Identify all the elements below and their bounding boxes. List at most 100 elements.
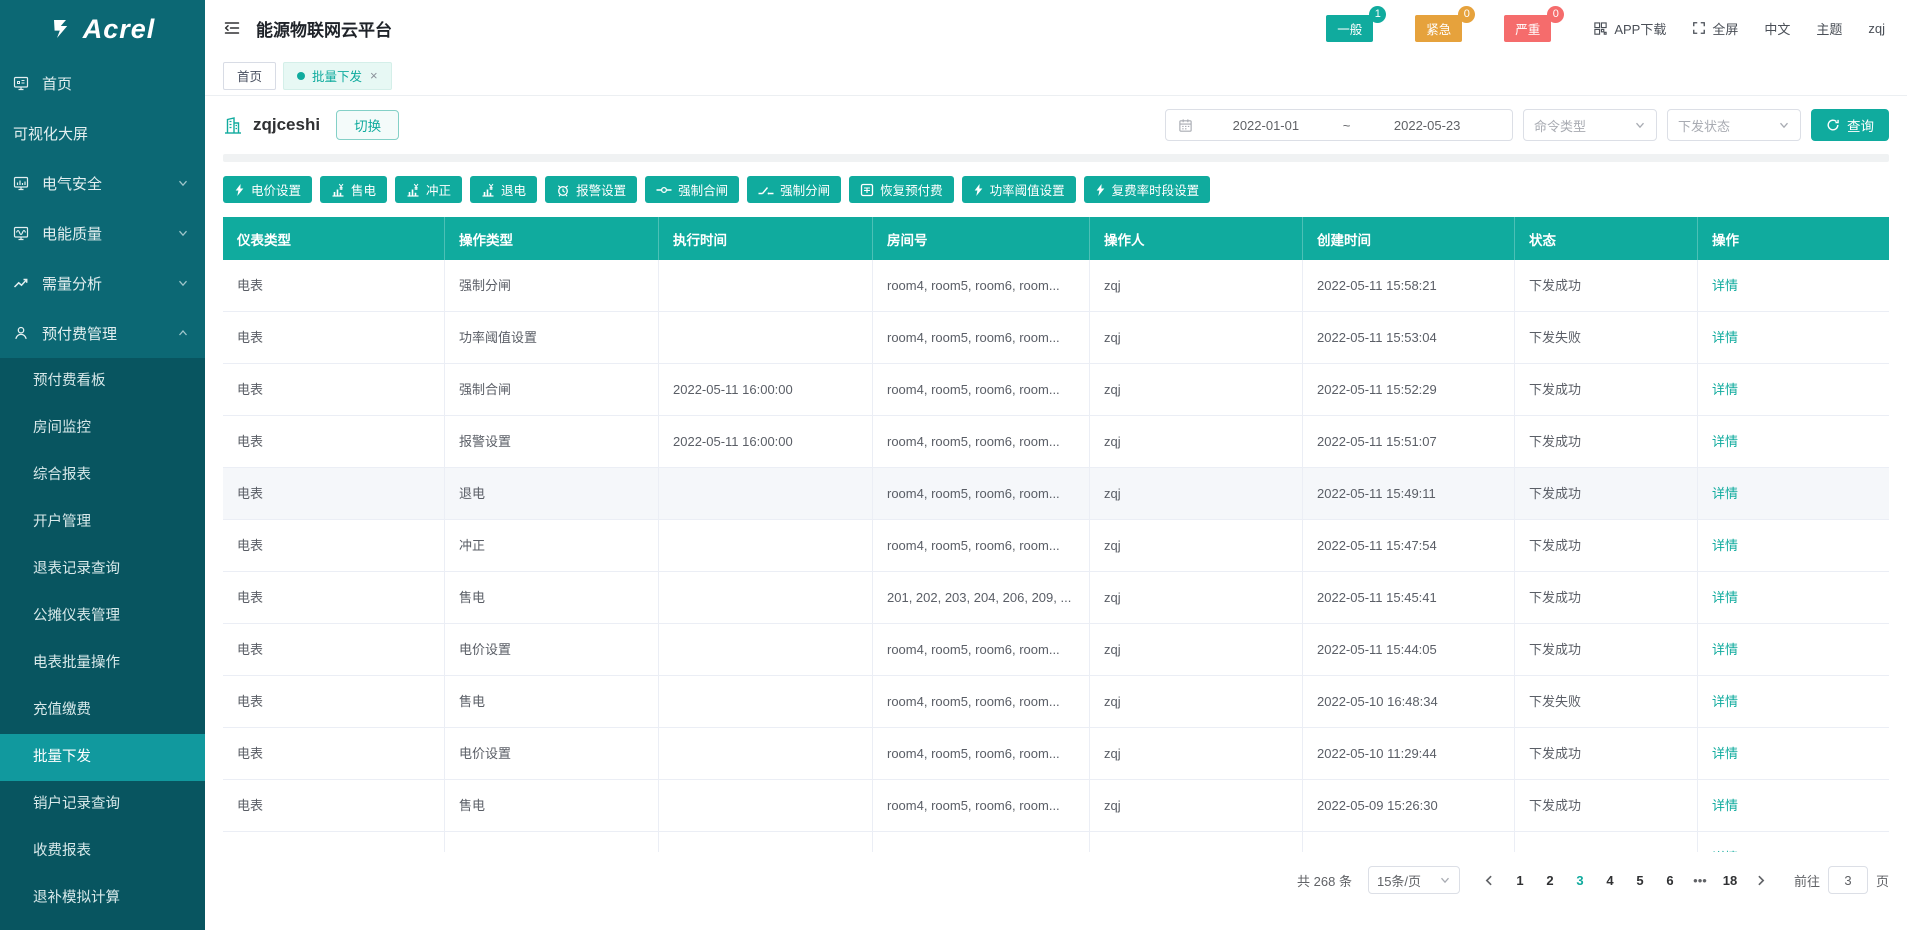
qr-icon (1593, 21, 1608, 36)
sidebar-item-demand-analysis[interactable]: 需量分析 (0, 258, 205, 308)
sidebar-item-power-quality[interactable]: 电能质量 (0, 208, 205, 258)
column-header-action[interactable]: 操作 (1698, 217, 1889, 260)
action-refund-power-button[interactable]: 退电 (470, 176, 538, 203)
fullscreen-icon (1692, 21, 1706, 35)
prev-page-button[interactable] (1483, 874, 1496, 887)
tab-label: 首页 (237, 70, 263, 84)
data-table: 仪表类型 操作类型 执行时间 房间号 操作人 创建时间 状态 操作 电表 强制分闸 room4, … (223, 217, 1889, 852)
sidebar-subitem[interactable]: 预付费看板 (0, 358, 205, 405)
sidebar-subitem[interactable]: 电表批量操作 (0, 640, 205, 687)
sidebar-subitem[interactable]: 收费报表 (0, 828, 205, 875)
sidebar-item-big-screen[interactable]: 可视化大屏 (0, 108, 205, 158)
topbar-theme[interactable]: 主题 (1816, 19, 1842, 38)
cell-created: 2022-05-10 11:29:44 (1303, 728, 1515, 779)
detail-link[interactable]: 详情 (1712, 642, 1738, 657)
page-size-select[interactable]: 15条/页 (1367, 866, 1460, 894)
detail-link[interactable]: 详情 (1712, 590, 1738, 605)
tab-batch-dispatch[interactable]: 批量下发 × (283, 61, 392, 90)
alarm-badge-critical[interactable]: 严重 0 (1504, 5, 1565, 42)
cell-meter: 电表 (223, 312, 445, 363)
page-number-2[interactable]: 2 (1539, 873, 1561, 888)
detail-link[interactable]: 详情 (1712, 850, 1738, 852)
date-start[interactable]: 2022-01-01 (1193, 118, 1339, 133)
action-alarm-setting-button[interactable]: 报警设置 (545, 176, 638, 203)
goto-page-input[interactable] (1827, 866, 1868, 894)
page-number-5[interactable]: 5 (1629, 873, 1651, 888)
detail-link[interactable]: 详情 (1712, 486, 1738, 501)
switch-close-icon (656, 185, 672, 195)
cell-created (1303, 832, 1515, 852)
page-number-6[interactable]: 6 (1659, 873, 1681, 888)
action-tariff-period-button[interactable]: 复费率时段设置 (1083, 176, 1211, 203)
page-ellipsis[interactable]: ••• (1689, 873, 1711, 888)
topbar-app-download[interactable]: APP下载 (1593, 19, 1666, 38)
date-end[interactable]: 2022-05-23 (1354, 118, 1500, 133)
action-reversal-button[interactable]: 冲正 (395, 176, 463, 203)
sidebar-item-electrical-safety[interactable]: 电气安全 (0, 158, 205, 208)
page-number-4[interactable]: 4 (1599, 873, 1621, 888)
main-area: 能源物联网云平台 一般 1 紧急 0 严重 0 APP下载 全屏 中文 主题 zqj 首页 批量下发… (205, 0, 1907, 930)
column-header-meter[interactable]: 仪表类型 (223, 217, 445, 260)
action-price-setting-button[interactable]: 电价设置 (223, 176, 313, 203)
next-page-button[interactable] (1754, 874, 1767, 887)
page-number-1[interactable]: 1 (1509, 873, 1531, 888)
topbar-user[interactable]: zqj (1868, 21, 1885, 36)
tab-bar: 首页 批量下发 × (205, 56, 1907, 96)
action-label: 报警设置 (576, 184, 627, 198)
action-force-close-switch-button[interactable]: 强制合闸 (645, 176, 740, 203)
command-type-select[interactable]: 命令类型 (1523, 109, 1657, 141)
column-header-op[interactable]: 操作类型 (445, 217, 659, 260)
query-button[interactable]: 查询 (1811, 109, 1889, 141)
sidebar-item-prepaid-management[interactable]: 预付费管理 (0, 308, 205, 358)
detail-link[interactable]: 详情 (1712, 434, 1738, 449)
close-icon[interactable]: × (370, 68, 378, 83)
detail-link[interactable]: 详情 (1712, 382, 1738, 397)
topbar-language[interactable]: 中文 (1764, 19, 1790, 38)
action-power-threshold-button[interactable]: 功率阈值设置 (961, 176, 1076, 203)
column-header-created[interactable]: 创建时间 (1303, 217, 1515, 260)
cell-meter: 电表 (223, 624, 445, 675)
detail-link[interactable]: 详情 (1712, 798, 1738, 813)
sidebar-subitem[interactable]: 综合报表 (0, 452, 205, 499)
tab-home[interactable]: 首页 (223, 61, 277, 90)
detail-link[interactable]: 详情 (1712, 330, 1738, 345)
action-restore-prepaid-button[interactable]: 恢复预付费 (849, 176, 954, 203)
topbar-fullscreen[interactable]: 全屏 (1692, 19, 1738, 38)
table-row: 电表 售电 201, 202, 203, 204, 206, 209, ... zqj… (223, 572, 1889, 624)
cell-created: 2022-05-09 15:26:30 (1303, 780, 1515, 831)
detail-link[interactable]: 详情 (1712, 746, 1738, 761)
detail-link[interactable]: 详情 (1712, 538, 1738, 553)
yen-chart-icon (481, 183, 495, 197)
action-force-open-switch-button[interactable]: 强制分闸 (747, 176, 842, 203)
sidebar-subitem[interactable]: 开户管理 (0, 499, 205, 546)
column-header-operator[interactable]: 操作人 (1090, 217, 1303, 260)
page-number-18[interactable]: 18 (1719, 873, 1741, 888)
column-header-exec[interactable]: 执行时间 (659, 217, 873, 260)
date-range-picker[interactable]: 2022-01-01 ~ 2022-05-23 (1165, 109, 1513, 141)
sidebar-subitem[interactable]: 退补模拟计算 (0, 875, 205, 922)
page-number-3[interactable]: 3 (1569, 873, 1591, 888)
sidebar-menu: 首页 可视化大屏 电气安全 电能质量 需量分析 预付费管理 预付费看板 房间监控 综合报表 开户管… (0, 58, 205, 930)
column-header-status[interactable]: 状态 (1515, 217, 1698, 260)
sidebar-item-home[interactable]: 首页 (0, 58, 205, 108)
switch-project-button[interactable]: 切换 (336, 110, 400, 140)
column-header-rooms[interactable]: 房间号 (873, 217, 1090, 260)
detail-link[interactable]: 详情 (1712, 278, 1738, 293)
sidebar-subitem[interactable]: 销户记录查询 (0, 781, 205, 828)
alarm-badge-general[interactable]: 一般 1 (1326, 5, 1387, 42)
cell-op: 电价设置 (445, 728, 659, 779)
sidebar-subitem[interactable]: 房间监控 (0, 405, 205, 452)
menu-fold-icon[interactable] (223, 19, 241, 37)
action-sell-power-button[interactable]: 售电 (320, 176, 388, 203)
sidebar-subitem[interactable]: 批量下发 (0, 734, 205, 781)
sidebar-subitem[interactable]: 充值缴费 (0, 687, 205, 734)
dispatch-status-select[interactable]: 下发状态 (1667, 109, 1801, 141)
alarm-badge-urgent[interactable]: 紧急 0 (1415, 5, 1476, 42)
cell-exec (659, 624, 873, 675)
cell-meter: 电表 (223, 468, 445, 519)
sidebar-subitem[interactable]: 公摊仪表管理 (0, 593, 205, 640)
sidebar-subitem[interactable]: 退表记录查询 (0, 546, 205, 593)
cell-status (1515, 832, 1698, 852)
detail-link[interactable]: 详情 (1712, 694, 1738, 709)
cell-exec (659, 312, 873, 363)
